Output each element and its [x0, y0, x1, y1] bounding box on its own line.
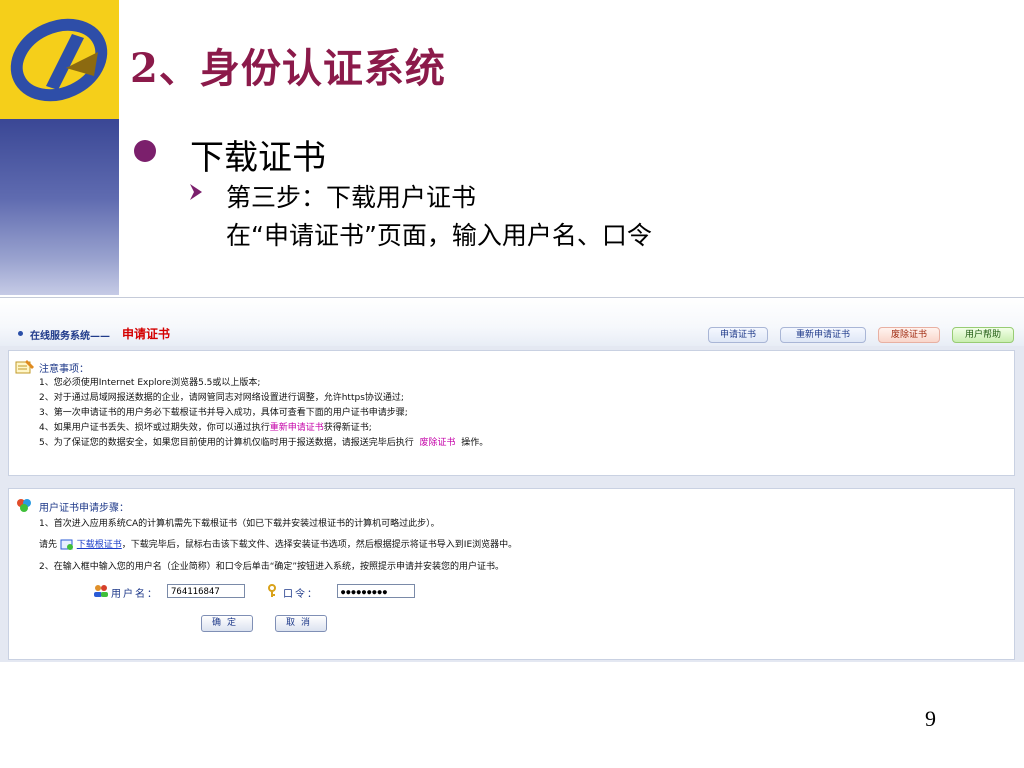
step-1b-prefix: 请先 [39, 540, 58, 550]
web-screenshot: 在线服务系统—— 申请证书 申请证书 重新申请证书 废除证书 用户帮助 注意事项… [0, 297, 1024, 662]
site-label: 在线服务系统—— [30, 331, 110, 342]
notice-line-4: 4、如果用户证书丢失、损坏或过期失效，你可以通过执行重新申请证书获得新证书; [39, 420, 372, 433]
bullet-dot [134, 140, 156, 162]
username-input[interactable]: 764116847 [167, 584, 245, 598]
nav-help-button[interactable]: 用户帮助 [952, 327, 1014, 343]
password-input[interactable]: ●●●●●●●●● [337, 584, 415, 598]
page-title: 申请证书 [122, 327, 171, 341]
notice-heading: 注意事项： [39, 364, 89, 375]
certificate-icon [60, 539, 73, 550]
step-2-text: 2、在输入框中输入您的用户名（企业简称）和口令后单击“确定”按钮进入系统，按照提… [39, 562, 505, 572]
notice-line-2: 2、对于通过局域网报送数据的企业，请网管同志对网络设置进行调整，允许https协… [39, 393, 404, 403]
notice-line-1: 1、您必须使用Internet Explore浏览器5.5或以上版本; [39, 378, 261, 388]
arrow-bullet-icon [190, 184, 202, 200]
steps-heading: 用户证书申请步骤： [39, 503, 129, 514]
step-1-text: 1、首次进入应用系统CA的计算机需先下载根证书（如已下载并安装过根证书的计算机可… [39, 519, 440, 529]
nav-revoke-cert-button[interactable]: 废除证书 [878, 327, 940, 343]
notice-line-4-text: 4、如果用户证书丢失、损坏或过期失效，你可以通过执行 [39, 423, 270, 433]
logo-block [0, 0, 119, 119]
notice-panel: 注意事项： 1、您必须使用Internet Explore浏览器5.5或以上版本… [8, 350, 1015, 476]
notice-line-3: 3、第一次申请证书的用户务必下载根证书并导入成功，具体可查看下面的用户证书申请步… [39, 408, 408, 418]
cancel-button[interactable]: 取消 [275, 615, 327, 632]
notice-line-4-end: 获得新证书; [323, 423, 372, 433]
nav-reapply-cert-button[interactable]: 重新申请证书 [780, 327, 866, 343]
steps-panel: 用户证书申请步骤： 1、首次进入应用系统CA的计算机需先下载根证书（如已下载并安… [8, 488, 1015, 660]
header-bullet-icon [18, 331, 23, 336]
company-logo-icon [10, 18, 108, 102]
download-root-cert-link[interactable]: 下载根证书 [77, 540, 122, 550]
step-1b-suffix: ，下载完毕后，鼠标右击该下载文件、选择安装证书选项，然后根据提示将证书导入到IE… [121, 540, 518, 550]
sub-step-text: 第三步：下载用户证书 [226, 183, 477, 212]
step-1b-line: 请先 下载根证书，下载完毕后，鼠标右击该下载文件、选择安装证书选项，然后根据提示… [39, 537, 517, 551]
notice-line-5-end: 操作。 [461, 438, 489, 448]
side-band [0, 119, 119, 295]
password-label: 口令： [283, 589, 319, 600]
confirm-button[interactable]: 确定 [201, 615, 253, 632]
notice-line-5-text: 5、为了保证您的数据安全，如果您目前使用的计算机仅临时用于报送数据，请报送完毕后… [39, 438, 414, 448]
users-icon [94, 585, 108, 597]
username-label: 用户名： [111, 589, 159, 600]
reapply-cert-link[interactable]: 重新申请证书 [270, 423, 324, 433]
sub-detail-text: 在“申请证书”页面，输入用户名、口令 [226, 221, 652, 250]
steps-icon [17, 499, 31, 512]
notice-line-5: 5、为了保证您的数据安全，如果您目前使用的计算机仅临时用于报送数据，请报送完毕后… [39, 435, 488, 448]
note-icon [15, 360, 34, 374]
page-number: 9 [925, 706, 936, 731]
web-header: 在线服务系统—— 申请证书 申请证书 重新申请证书 废除证书 用户帮助 [0, 298, 1024, 346]
bullet-heading: 下载证书 [190, 138, 326, 178]
key-icon [268, 584, 276, 597]
revoke-cert-link[interactable]: 废除证书 [419, 438, 455, 448]
nav-apply-cert-button[interactable]: 申请证书 [708, 327, 768, 343]
slide-title: 2、身份认证系统 [130, 45, 446, 92]
